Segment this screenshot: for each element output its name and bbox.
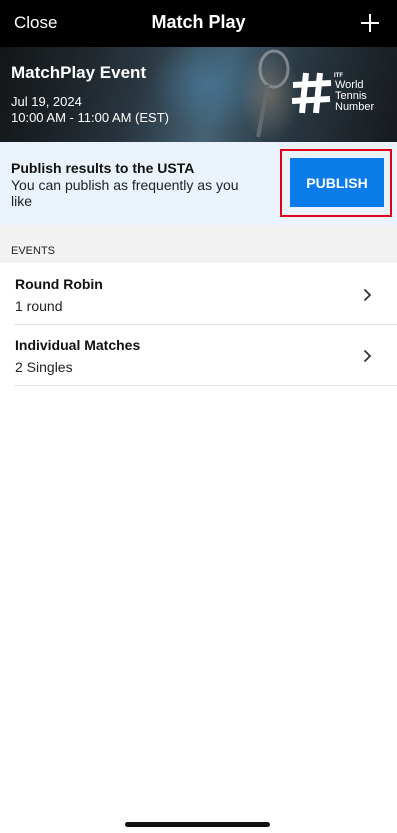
- event-row-subtitle: 1 round: [15, 298, 63, 314]
- event-title: MatchPlay Event: [11, 63, 147, 82]
- world-tennis-number-logo: ITF World Tennis Number: [290, 69, 386, 117]
- publish-title: Publish results to the USTA: [11, 160, 195, 176]
- nav-bar: Close Match Play: [0, 0, 397, 47]
- chevron-right-icon: [363, 288, 372, 302]
- events-section-label: EVENTS: [11, 245, 56, 257]
- event-row-individual-matches[interactable]: Individual Matches 2 Singles: [14, 325, 397, 386]
- events-section-header: EVENTS: [0, 225, 397, 263]
- event-date: Jul 19, 2024: [11, 94, 82, 109]
- page-title: Match Play: [151, 12, 246, 32]
- event-row-round-robin[interactable]: Round Robin 1 round: [14, 264, 397, 325]
- hashtag-icon: [291, 72, 332, 114]
- plus-icon[interactable]: [359, 12, 381, 34]
- event-row-title: Individual Matches: [15, 337, 141, 353]
- event-hero-banner: MatchPlay Event Jul 19, 2024 10:00 AM - …: [0, 47, 397, 142]
- event-row-title: Round Robin: [15, 276, 103, 292]
- logo-wordmark: World Tennis Number: [335, 80, 374, 113]
- home-indicator[interactable]: [125, 822, 270, 827]
- logo-line-3: Number: [335, 101, 375, 113]
- publish-banner: Publish results to the USTA You can publ…: [0, 142, 397, 225]
- event-row-subtitle: 2 Singles: [15, 359, 73, 375]
- publish-description: You can publish as frequently as you lik…: [11, 177, 239, 209]
- publish-button[interactable]: PUBLISH: [290, 158, 384, 207]
- event-time: 10:00 AM - 11:00 AM (EST): [11, 110, 169, 125]
- chevron-right-icon: [363, 349, 372, 363]
